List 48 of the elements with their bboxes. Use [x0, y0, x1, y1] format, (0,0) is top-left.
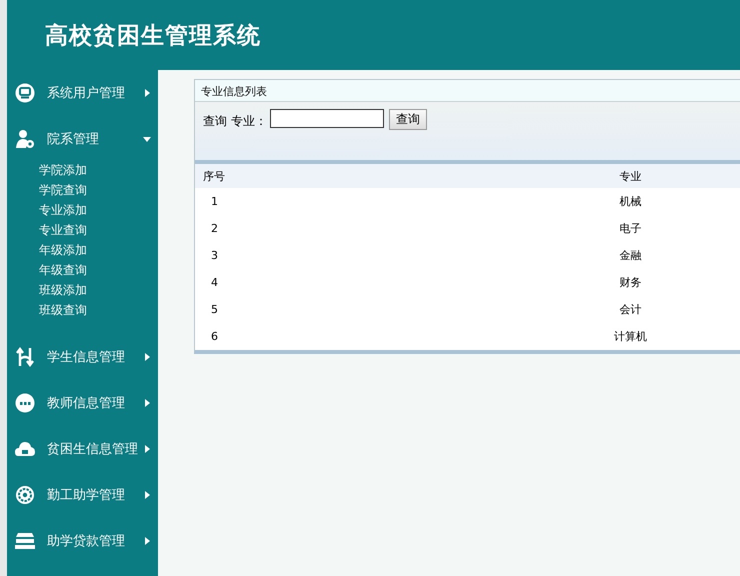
swap-arrows-icon — [15, 347, 35, 367]
sidebar-item[interactable]: 勤工助学管理 — [7, 484, 158, 506]
table-cell-text: 电子 — [618, 221, 642, 237]
caret-right-icon — [143, 491, 151, 499]
sidebar-subitem[interactable]: 学院查询 — [39, 180, 87, 200]
sidebar-item[interactable]: 助学贷款管理 — [7, 530, 158, 552]
sidebar-subitem[interactable]: 年级添加 — [39, 240, 87, 260]
table-cell-text: 计算机 — [613, 329, 648, 345]
sidebar-item[interactable]: 学生信息管理 — [7, 346, 158, 368]
table-cell-text: 3 — [210, 248, 219, 264]
sidebar-subitem[interactable]: 专业查询 — [39, 220, 87, 240]
monitor-icon — [15, 83, 35, 103]
search-field[interactable] — [270, 109, 384, 128]
caret-right-icon — [143, 353, 151, 361]
settings-icon — [15, 485, 35, 505]
app-title: 高校贫困生管理系统 — [45, 22, 261, 50]
table-cell-text: 5 — [210, 302, 219, 318]
sidebar-subitem[interactable]: 专业添加 — [39, 200, 87, 220]
caret-right-icon — [143, 399, 151, 407]
table-cell-text: 金融 — [618, 248, 642, 264]
panel-title: 专业信息列表 — [195, 80, 740, 102]
sidebar-subitem[interactable]: 班级添加 — [39, 280, 87, 300]
table-cell: 机械 — [522, 188, 740, 215]
sidebar-subitem[interactable]: 学院添加 — [39, 160, 87, 180]
sidebar-subitem[interactable]: 年级查询 — [39, 260, 87, 280]
circle-icon — [15, 393, 35, 413]
caret-right-icon — [143, 445, 151, 453]
cloud-icon — [15, 439, 35, 459]
caret-right-icon — [143, 537, 151, 545]
search-label: 查询 专业： — [203, 113, 267, 130]
column-header: 序号 — [195, 164, 522, 188]
column-header: 专业 — [522, 164, 740, 188]
sidebar-item[interactable]: 院系管理 — [7, 128, 158, 150]
sidebar-item[interactable]: 教师信息管理 — [7, 392, 158, 414]
layers-icon — [15, 531, 35, 551]
table-cell-text: 2 — [210, 221, 219, 237]
sidebar-item[interactable]: 贫困生信息管理 — [7, 438, 158, 460]
table-cell-text: 4 — [210, 275, 219, 291]
table-cell-text: 6 — [210, 329, 219, 345]
table-cell-text: 财务 — [618, 275, 642, 291]
user-gear-icon — [15, 129, 35, 149]
caret-down-icon — [143, 135, 151, 143]
sidebar-item[interactable]: 系统用户管理 — [7, 82, 158, 104]
table-cell: 1 — [195, 188, 522, 215]
sidebar-subitem[interactable]: 班级查询 — [39, 300, 87, 320]
table-cell-text: 会计 — [618, 302, 642, 318]
search-button[interactable]: 查询 — [388, 109, 427, 130]
caret-right-icon — [143, 89, 151, 97]
